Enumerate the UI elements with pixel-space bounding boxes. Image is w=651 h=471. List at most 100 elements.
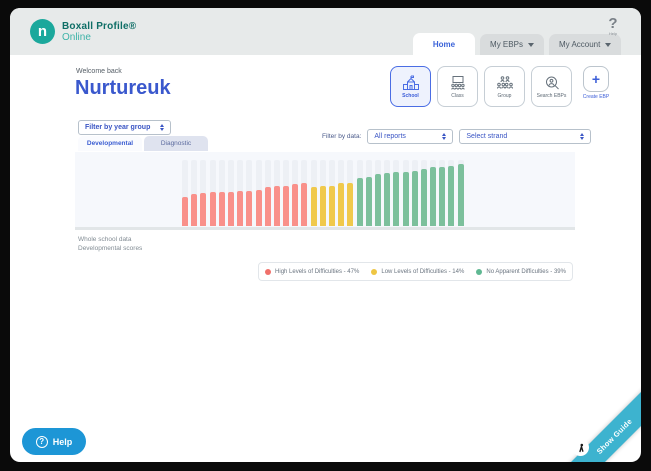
- tab-home[interactable]: Home: [413, 33, 475, 55]
- reports-select-value: All reports: [374, 133, 406, 140]
- guide-person-icon: [572, 439, 589, 456]
- show-guide-ribbon[interactable]: Show Guide: [563, 384, 641, 462]
- brand-subname: Online: [62, 32, 136, 43]
- year-group-filter[interactable]: Filter by year group: [78, 120, 171, 135]
- chevron-down-icon: [528, 43, 534, 47]
- legend-item-high: High Levels of Difficulties - 47%: [265, 269, 359, 275]
- quick-actions: School Class Group: [390, 66, 614, 107]
- sort-arrows-icon: [442, 133, 446, 140]
- strand-select-value: Select strand: [466, 133, 507, 140]
- search-icon: [543, 75, 561, 91]
- bar: [458, 160, 464, 226]
- bar: [412, 160, 418, 226]
- bar: [430, 160, 436, 226]
- caption-line1: Whole school data: [78, 235, 142, 244]
- bar: [219, 160, 225, 226]
- tab-my-account-label: My Account: [559, 40, 600, 49]
- question-mark-icon: ?: [599, 16, 627, 31]
- bar: [366, 160, 372, 226]
- tab-diagnostic[interactable]: Diagnostic: [144, 136, 208, 151]
- bar: [357, 160, 363, 226]
- chart-legend: High Levels of Difficulties - 47% Low Le…: [258, 262, 573, 281]
- class-button[interactable]: Class: [437, 66, 478, 107]
- chevron-down-icon: [605, 43, 611, 47]
- bar: [265, 160, 271, 226]
- brand-name: Boxall Profile®: [62, 21, 136, 32]
- bar: [256, 160, 262, 226]
- question-circle-icon: ?: [36, 436, 48, 448]
- school-button[interactable]: School: [390, 66, 431, 107]
- bar: [200, 160, 206, 226]
- create-ebp-button[interactable]: + Create EBP: [578, 66, 614, 100]
- search-ebps-button[interactable]: Search EBPs: [531, 66, 572, 107]
- welcome-eyebrow: Welcome back: [76, 68, 122, 75]
- header-help-button[interactable]: ? Help: [599, 16, 627, 36]
- legend-label-low: Low Levels of Difficulties - 14%: [381, 269, 464, 275]
- bar: [393, 160, 399, 226]
- bar: [329, 160, 335, 226]
- class-button-label: Class: [451, 93, 464, 99]
- red-dot-icon: [265, 269, 271, 275]
- school-button-label: School: [402, 93, 419, 99]
- bar: [347, 160, 353, 226]
- bar: [403, 160, 409, 226]
- chart-panel: [75, 152, 575, 230]
- bar-chart: [182, 160, 464, 226]
- tab-my-ebps-label: My EBPs: [490, 40, 523, 49]
- bar: [421, 160, 427, 226]
- bar: [246, 160, 252, 226]
- header-bar: n Boxall Profile® Online Home My EBPs My…: [10, 8, 641, 55]
- header-help-label: Help: [599, 31, 627, 36]
- sort-arrows-icon: [580, 133, 584, 140]
- tab-my-account[interactable]: My Account: [549, 34, 621, 55]
- caption-line2: Developmental scores: [78, 244, 142, 253]
- bar: [301, 160, 307, 226]
- tab-my-ebps[interactable]: My EBPs: [480, 34, 544, 55]
- sort-arrows-icon: [160, 124, 164, 131]
- bar: [283, 160, 289, 226]
- bar: [338, 160, 344, 226]
- page-title: Nurtureuk: [75, 77, 171, 100]
- search-ebps-button-label: Search EBPs: [537, 93, 567, 99]
- strand-select[interactable]: Select strand: [459, 129, 591, 144]
- bar: [448, 160, 454, 226]
- bar: [237, 160, 243, 226]
- reports-select[interactable]: All reports: [367, 129, 453, 144]
- legend-label-none: No Apparent Difficulties - 39%: [486, 269, 566, 275]
- bar: [210, 160, 216, 226]
- chart-baseline: [75, 227, 575, 230]
- group-icon: [496, 75, 514, 91]
- yellow-dot-icon: [371, 269, 377, 275]
- bar: [375, 160, 381, 226]
- year-group-filter-label: Filter by year group: [85, 124, 150, 131]
- bar: [228, 160, 234, 226]
- data-filter-row: Filter by data: All reports Select stran…: [322, 129, 591, 144]
- green-dot-icon: [476, 269, 482, 275]
- bar: [274, 160, 280, 226]
- plus-icon: +: [583, 66, 609, 92]
- help-button[interactable]: ? Help: [22, 428, 86, 455]
- bar: [320, 160, 326, 226]
- class-icon: [449, 75, 467, 91]
- chart-caption: Whole school data Developmental scores: [78, 235, 142, 253]
- create-ebp-label: Create EBP: [583, 94, 609, 100]
- app-window: n Boxall Profile® Online Home My EBPs My…: [10, 8, 641, 462]
- bar: [292, 160, 298, 226]
- group-button[interactable]: Group: [484, 66, 525, 107]
- bar: [384, 160, 390, 226]
- help-button-label: Help: [53, 437, 73, 447]
- brand-logo[interactable]: n Boxall Profile® Online: [30, 19, 136, 44]
- bar: [182, 160, 188, 226]
- tab-home-label: Home: [433, 40, 455, 49]
- logo-icon: n: [30, 19, 55, 44]
- bar: [439, 160, 445, 226]
- nav-tabs: Home My EBPs My Account: [408, 33, 621, 55]
- group-button-label: Group: [498, 93, 512, 99]
- show-guide-label: Show Guide: [594, 416, 633, 455]
- legend-item-none: No Apparent Difficulties - 39%: [476, 269, 566, 275]
- school-icon: [402, 75, 420, 91]
- legend-label-high: High Levels of Difficulties - 47%: [275, 269, 359, 275]
- bar: [311, 160, 317, 226]
- tab-developmental[interactable]: Developmental: [78, 136, 142, 151]
- chart-view-tabs: Developmental Diagnostic: [78, 136, 208, 151]
